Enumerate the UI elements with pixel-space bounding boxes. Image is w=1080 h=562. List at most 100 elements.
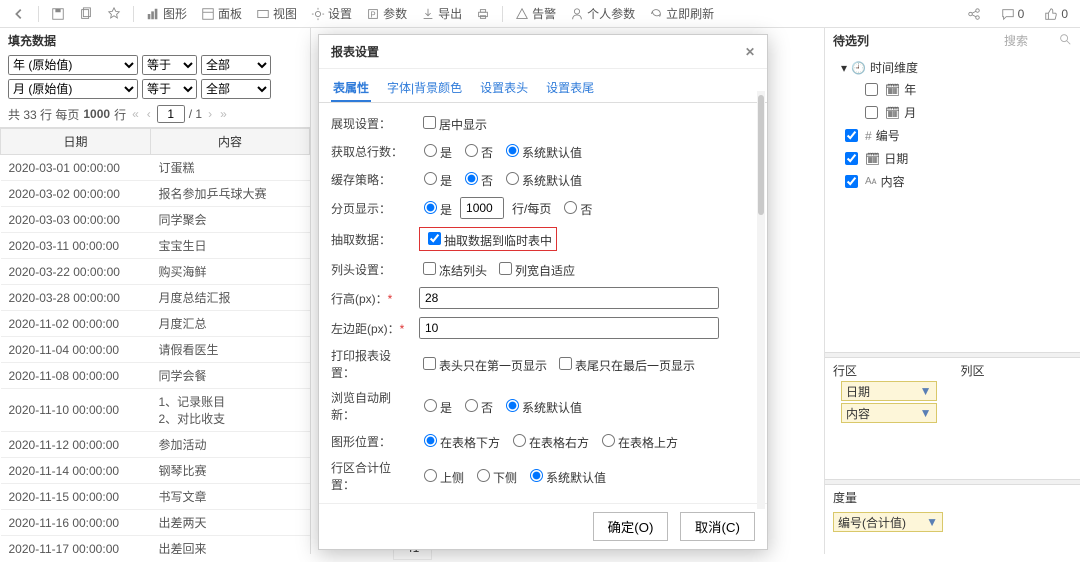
comment-icon[interactable]: 0	[995, 5, 1031, 23]
tb-settings[interactable]: 设置	[305, 3, 358, 24]
scrollbar[interactable]	[757, 91, 765, 509]
search-label: 搜索	[1004, 32, 1028, 49]
tree-item[interactable]: 🗓月	[841, 101, 1064, 124]
pager: 共 33 行 每页 1000 行 « ‹ / 1 › »	[0, 101, 310, 127]
table-row[interactable]: 2020-11-08 00:00:00同学会餐	[1, 363, 310, 389]
filter-op-1[interactable]: 等于	[142, 79, 197, 99]
filter-row-1: 月 (原始值) 等于 全部	[0, 77, 310, 101]
filter-field-0[interactable]: 年 (原始值)	[8, 55, 138, 75]
tree-item[interactable]: #编号	[841, 124, 1064, 147]
tab-footer[interactable]: 设置表尾	[544, 75, 596, 102]
calendar-icon: 🗓	[885, 83, 900, 97]
chevron-down-icon: ▾	[841, 61, 847, 75]
col-area-label: 列区	[961, 362, 1073, 379]
pager-next-icon[interactable]: ›	[206, 107, 214, 121]
pager-first-icon[interactable]: «	[130, 107, 141, 121]
topbar-right: 0 0	[961, 5, 1074, 23]
calendar-icon: 🗓	[865, 152, 880, 166]
table-row[interactable]: 2020-03-22 00:00:00购买海鲜	[1, 259, 310, 285]
table-row[interactable]: 2020-11-12 00:00:00参加活动	[1, 432, 310, 458]
tb-view[interactable]: 视图	[250, 3, 303, 24]
table-row[interactable]: 2020-03-01 00:00:00订蛋糕	[1, 155, 310, 181]
tb-alert[interactable]: 告警	[509, 3, 562, 24]
tab-header[interactable]: 设置表头	[478, 75, 530, 102]
report-settings-dialog: 报表设置 ✕ 表属性 字体|背景颜色 设置表头 设置表尾 展现设置： 居中显示 …	[318, 34, 768, 550]
extract-checkbox[interactable]	[428, 232, 441, 245]
table-row[interactable]: 2020-03-03 00:00:00同学聚会	[1, 207, 310, 233]
table-row[interactable]: 2020-11-10 00:00:001、记录账目 2、对比收支	[1, 389, 310, 432]
checkbox-month[interactable]	[865, 106, 878, 119]
checkbox-content[interactable]	[845, 175, 858, 188]
like-icon[interactable]: 0	[1038, 5, 1074, 23]
tb-refresh[interactable]: 立即刷新	[643, 3, 720, 24]
tree-item[interactable]: Aᴀ内容	[841, 170, 1064, 193]
filter-row-0: 年 (原始值) 等于 全部	[0, 53, 310, 77]
checkbox-date[interactable]	[845, 152, 858, 165]
modal-tabs: 表属性 字体|背景颜色 设置表头 设置表尾	[319, 69, 767, 103]
filter-val-0[interactable]: 全部	[201, 55, 271, 75]
col-date[interactable]: 日期	[1, 129, 151, 155]
tb-params[interactable]: P参数	[360, 3, 413, 24]
col-content[interactable]: 内容	[151, 129, 310, 155]
filter-field-1[interactable]: 月 (原始值)	[8, 79, 138, 99]
save-icon[interactable]	[45, 5, 71, 23]
center-display-checkbox[interactable]	[423, 116, 436, 129]
tree-item[interactable]: 🗓日期	[841, 147, 1064, 170]
tb-panel[interactable]: 面板	[195, 3, 248, 24]
cancel-button[interactable]: 取消(C)	[680, 512, 755, 541]
checkbox-year[interactable]	[865, 83, 878, 96]
row-area-label: 行区	[833, 362, 945, 379]
left-margin-input[interactable]	[419, 317, 719, 339]
table-row[interactable]: 2020-11-14 00:00:00钢琴比赛	[1, 458, 310, 484]
filter-val-1[interactable]: 全部	[201, 79, 271, 99]
calendar-icon: 🗓	[885, 106, 900, 120]
table-row[interactable]: 2020-11-17 00:00:00出差回来	[1, 536, 310, 555]
right-title: 待选列	[833, 32, 869, 49]
search-icon[interactable]	[1058, 32, 1072, 49]
table-row[interactable]: 2020-11-04 00:00:00请假看医生	[1, 337, 310, 363]
top-toolbar: 图形 面板 视图 设置 P参数 导出 告警 个人参数 立即刷新 0 0	[0, 0, 1080, 28]
pager-prev-icon[interactable]: ‹	[145, 107, 153, 121]
row-area-drop[interactable]: 日期▼	[841, 381, 937, 401]
share-icon[interactable]	[961, 5, 987, 23]
tab-font-bg[interactable]: 字体|背景颜色	[385, 75, 464, 102]
dimension-tree: ▾🕘时间维度 🗓年 🗓月 #编号 🗓日期 Aᴀ内容	[825, 53, 1080, 197]
modal-title: 报表设置	[331, 43, 379, 60]
modal-body: 展现设置： 居中显示 获取总行数： 是 否 系统默认值 缓存策略： 是 否 系统…	[319, 103, 767, 503]
page-size-input[interactable]	[460, 197, 504, 219]
back-icon[interactable]	[6, 5, 32, 23]
right-panel: 待选列 搜索 ▾🕘时间维度 🗓年 🗓月 #编号 🗓日期 Aᴀ内容 行区 日期▼ …	[824, 28, 1080, 554]
tb-export[interactable]: 导出	[415, 3, 468, 24]
checkbox-id[interactable]	[845, 129, 858, 142]
close-icon[interactable]: ✕	[745, 45, 755, 59]
ok-button[interactable]: 确定(O)	[593, 512, 669, 541]
pager-total: 共 33 行 每页	[8, 106, 79, 123]
tb-print-icon[interactable]	[470, 5, 496, 23]
measure-drop[interactable]: 编号(合计值)▼	[833, 512, 943, 532]
svg-text:P: P	[370, 10, 375, 19]
measure-label: 度量	[833, 489, 1072, 506]
row-height-input[interactable]	[419, 287, 719, 309]
star-icon[interactable]	[101, 5, 127, 23]
scrollbar-thumb[interactable]	[758, 95, 764, 215]
table-row[interactable]: 2020-03-28 00:00:00月度总结汇报	[1, 285, 310, 311]
tb-chart[interactable]: 图形	[140, 3, 193, 24]
table-row[interactable]: 2020-03-02 00:00:00报名参加乒乓球大赛	[1, 181, 310, 207]
table-row[interactable]: 2020-11-15 00:00:00书写文章	[1, 484, 310, 510]
tb-user-params[interactable]: 个人参数	[564, 3, 641, 24]
table-row[interactable]: 2020-11-16 00:00:00出差两天	[1, 510, 310, 536]
filter-op-0[interactable]: 等于	[142, 55, 197, 75]
row-area-drop2[interactable]: 内容▼	[841, 403, 937, 423]
extract-highlight: 抽取数据到临时表中	[419, 227, 557, 251]
table-row[interactable]: 2020-03-11 00:00:00宝宝生日	[1, 233, 310, 259]
table-row[interactable]: 2020-11-02 00:00:00月度汇总	[1, 311, 310, 337]
pager-last-icon[interactable]: »	[218, 107, 229, 121]
copy-icon[interactable]	[73, 5, 99, 23]
tree-item[interactable]: 🗓年	[841, 78, 1064, 101]
tree-root[interactable]: ▾🕘时间维度	[841, 57, 1064, 78]
left-panel: 填充数据 年 (原始值) 等于 全部 月 (原始值) 等于 全部 共 33 行 …	[0, 28, 311, 554]
clock-icon: 🕘	[851, 61, 866, 75]
tab-table-props[interactable]: 表属性	[331, 75, 371, 102]
pager-page-input[interactable]	[157, 105, 185, 123]
left-table: 日期 内容 2020-03-01 00:00:00订蛋糕2020-03-02 0…	[0, 127, 310, 554]
